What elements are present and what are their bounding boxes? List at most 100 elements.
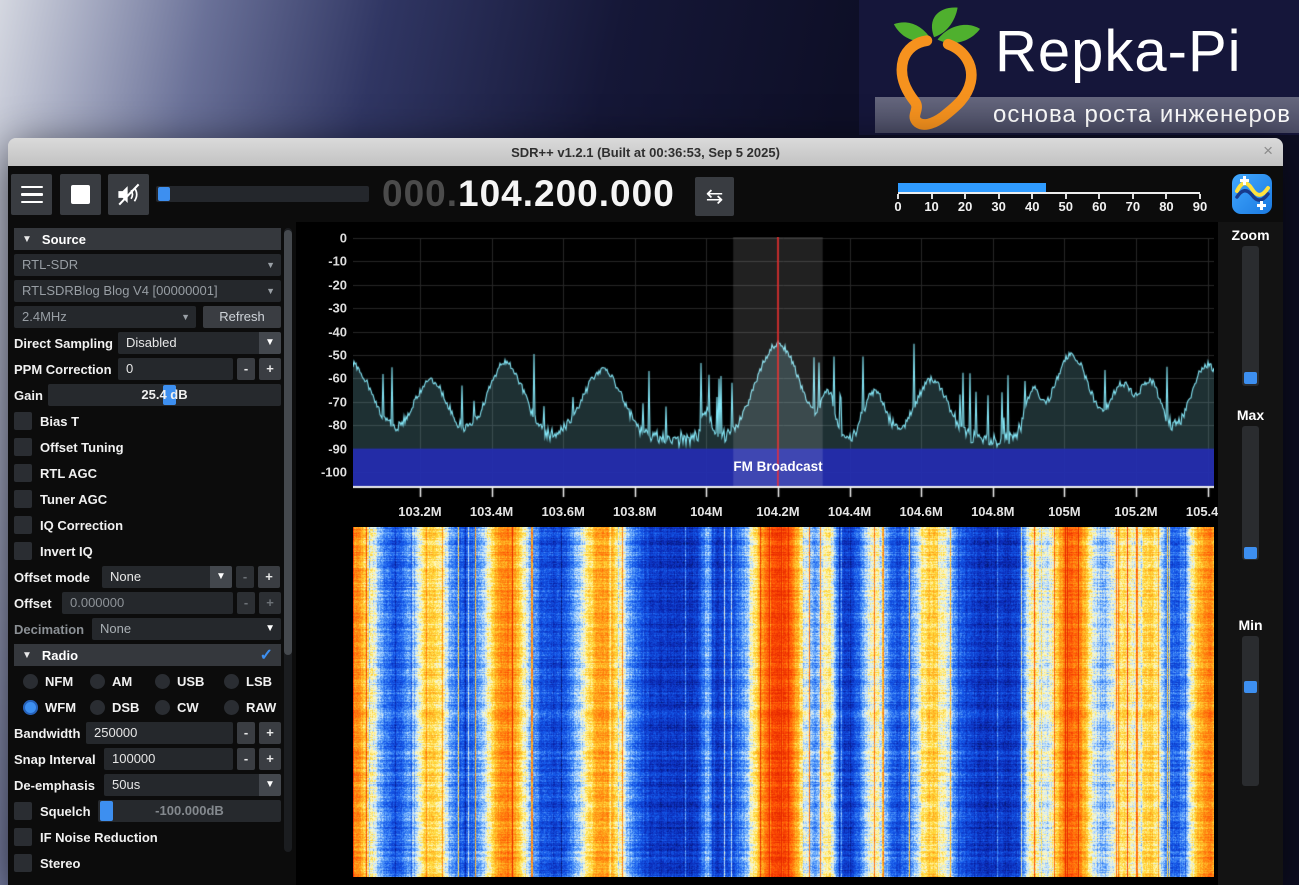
volume-slider[interactable] [156, 186, 369, 202]
snr-tick-label: 50 [1059, 199, 1073, 214]
mode-dsb-label: DSB [112, 700, 139, 715]
mode-nfm-radio[interactable]: NFM [23, 674, 90, 689]
ppm-correction-label: PPM Correction [14, 362, 118, 377]
invert-iq-label: Invert IQ [40, 544, 93, 559]
source-panel-header[interactable]: ▼ Source [14, 228, 281, 250]
window-title: SDR++ v1.2.1 (Built at 00:36:53, Sep 5 2… [511, 145, 780, 160]
radio-enabled-checkmark[interactable]: ✓ [260, 645, 273, 665]
mode-wfm-radio[interactable]: WFM [23, 700, 90, 715]
mode-raw-radio[interactable]: RAW [224, 700, 284, 715]
mode-usb-radio[interactable]: USB [155, 674, 224, 689]
brand-title: Repka-Pi [995, 18, 1242, 85]
snr-tick-label: 90 [1193, 199, 1207, 214]
mode-cw-label: CW [177, 700, 199, 715]
db-tick-label: -70 [328, 394, 347, 409]
frequency-display[interactable]: 000.104.200.000 [382, 166, 675, 222]
mode-wfm-label: WFM [45, 700, 76, 715]
mode-dsb-radio[interactable]: DSB [90, 700, 155, 715]
refresh-button[interactable]: Refresh [203, 306, 281, 328]
max-grabber[interactable] [1244, 547, 1257, 559]
mute-button[interactable] [108, 174, 149, 215]
invert-iq-checkbox[interactable] [14, 542, 32, 560]
sample-rate-dropdown[interactable]: 2.4MHz ▼ [14, 306, 196, 328]
offset-tuning-checkbox[interactable] [14, 438, 32, 456]
chevron-down-icon: ▼ [259, 774, 281, 796]
bandwidth-minus-button[interactable]: - [237, 722, 255, 744]
source-driver-dropdown[interactable]: RTL-SDR ▼ [14, 254, 281, 276]
if-noise-reduction-label: IF Noise Reduction [40, 830, 158, 845]
mode-am-radio[interactable]: AM [90, 674, 155, 689]
db-tick-label: -40 [328, 324, 347, 339]
freq-tick-label: 104.4M [828, 504, 871, 519]
min-grabber[interactable] [1244, 681, 1257, 693]
vfo-swap-button[interactable]: ⇆ [695, 177, 734, 216]
radio-panel-header[interactable]: ▼ Radio ✓ [14, 644, 281, 666]
close-button[interactable]: × [1263, 141, 1273, 161]
squelch-slider[interactable]: -100.000dB [98, 800, 281, 822]
offset-tuning-label: Offset Tuning [40, 440, 124, 455]
ppm-correction-input[interactable]: 0 [118, 358, 233, 380]
snr-tick-label: 70 [1126, 199, 1140, 214]
zoom-grabber[interactable] [1244, 372, 1257, 384]
snr-tick-label: 80 [1159, 199, 1173, 214]
bias-t-checkbox[interactable] [14, 412, 32, 430]
sidebar-scrollbar[interactable] [284, 228, 292, 852]
radio-circle-icon [90, 700, 105, 715]
frequency-mhz-digits[interactable]: 104.200.000 [458, 173, 675, 214]
squelch-checkbox[interactable] [14, 802, 32, 820]
snap-interval-input[interactable]: 100000 [104, 748, 233, 770]
bandwidth-plus-button[interactable]: + [259, 722, 281, 744]
sidebar-scrollbar-thumb[interactable] [284, 230, 292, 655]
decimation-dropdown[interactable]: None ▼ [92, 618, 281, 640]
snap-minus-button[interactable]: - [237, 748, 255, 770]
stop-button[interactable] [60, 174, 101, 215]
offset-mode-plus-button[interactable]: + [258, 566, 280, 588]
radio-circle-icon [224, 674, 239, 689]
gain-slider[interactable]: 25.4 dB [48, 384, 281, 406]
decimation-label: Decimation [14, 622, 92, 637]
device-dropdown[interactable]: RTLSDRBlog Blog V4 [00000001] ▼ [14, 280, 281, 302]
chevron-down-icon: ▼ [181, 306, 190, 328]
bias-t-label: Bias T [40, 414, 79, 429]
offset-input[interactable]: 0.000000 [62, 592, 233, 614]
hamburger-icon [21, 186, 43, 189]
deemphasis-dropdown[interactable]: 50us ▼ [104, 774, 281, 796]
ppm-minus-button[interactable]: - [237, 358, 255, 380]
offset-mode-minus-button[interactable]: - [236, 566, 254, 588]
freq-tick-label: 103.4M [470, 504, 513, 519]
menu-button[interactable] [11, 174, 52, 215]
offset-minus-button[interactable]: - [237, 592, 255, 614]
min-slider[interactable] [1242, 636, 1259, 786]
chevron-down-icon: ▼ [266, 254, 275, 276]
rtl-agc-checkbox[interactable] [14, 464, 32, 482]
if-noise-reduction-checkbox[interactable] [14, 828, 32, 846]
offset-plus-button[interactable]: + [259, 592, 281, 614]
sdrpp-logo-icon [1232, 174, 1272, 214]
snap-plus-button[interactable]: + [259, 748, 281, 770]
frequency-ghz-digits[interactable]: 000. [382, 173, 458, 214]
direct-sampling-dropdown[interactable]: Disabled ▼ [118, 332, 281, 354]
snr-meter: 0102030405060708090 [898, 166, 1200, 222]
db-axis: 0-10-20-30-40-50-60-70-80-90-100 [296, 237, 347, 488]
volume-grabber[interactable] [158, 187, 170, 201]
waterfall-canvas[interactable] [353, 527, 1214, 877]
mode-cw-radio[interactable]: CW [155, 700, 224, 715]
mode-lsb-radio[interactable]: LSB [224, 674, 284, 689]
max-slider[interactable] [1242, 426, 1259, 560]
db-tick-label: 0 [340, 231, 347, 246]
ppm-plus-button[interactable]: + [259, 358, 281, 380]
display-controls-panel: Zoom Max Min [1218, 222, 1283, 885]
tuner-agc-checkbox[interactable] [14, 490, 32, 508]
stereo-checkbox[interactable] [14, 854, 32, 872]
zoom-slider[interactable] [1242, 246, 1259, 386]
source-header-label: Source [42, 232, 86, 247]
bandwidth-label: Bandwidth [14, 726, 86, 741]
radio-circle-icon [155, 674, 170, 689]
radio-circle-selected-icon [23, 700, 38, 715]
offset-mode-dropdown[interactable]: None ▼ [102, 566, 232, 588]
titlebar[interactable]: SDR++ v1.2.1 (Built at 00:36:53, Sep 5 2… [8, 138, 1283, 166]
swap-arrows-icon: ⇆ [706, 177, 724, 216]
iq-correction-checkbox[interactable] [14, 516, 32, 534]
offset-mode-label: Offset mode [14, 570, 102, 585]
bandwidth-input[interactable]: 250000 [86, 722, 233, 744]
